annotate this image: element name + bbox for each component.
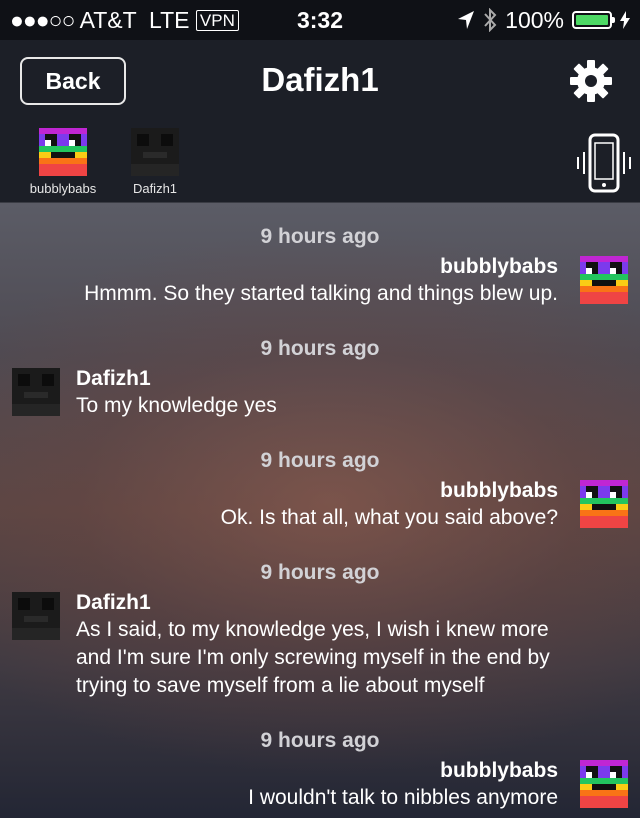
battery-percent: 100%: [505, 6, 564, 33]
conversation-title: Dafizh1: [261, 61, 379, 98]
message-timestamp: 9 hours ago: [260, 337, 380, 360]
avatar: [131, 128, 179, 176]
avatar[interactable]: [580, 256, 628, 304]
message-item: Dafizh1 To my knowledge yes: [76, 366, 277, 420]
message-item: bubblybabs Hmmm. So they started talking…: [84, 254, 558, 308]
message-item: bubblybabs I wouldn't talk to nibbles an…: [248, 758, 558, 812]
bluetooth-icon: [484, 8, 497, 32]
message-text-line: As I said, to my knowledge yes, I wish i…: [76, 618, 549, 641]
message-text: To my knowledge yes: [76, 394, 277, 417]
message-item: bubblybabs Ok. Is that all, what you sai…: [221, 478, 558, 532]
participant-name: bubblybabs: [29, 181, 97, 196]
avatar[interactable]: [12, 592, 60, 640]
message-list[interactable]: 9 hours ago bubblybabs Hmmm. So they sta…: [0, 203, 640, 818]
location-arrow-icon: [458, 11, 475, 29]
message-text: Ok. Is that all, what you said above?: [220, 506, 558, 529]
battery-icon: [572, 11, 615, 29]
avatar: [39, 128, 87, 176]
status-right: 100%: [457, 6, 630, 34]
avatar[interactable]: [580, 480, 628, 528]
participant-bubblybabs[interactable]: bubblybabs: [13, 128, 113, 196]
participant-dafizh1[interactable]: Dafizh1: [105, 128, 205, 196]
message-timestamp: 9 hours ago: [260, 449, 380, 472]
avatar[interactable]: [580, 760, 628, 808]
message-timestamp: 9 hours ago: [260, 225, 380, 248]
avatar[interactable]: [12, 368, 60, 416]
navigation-bar: Back Dafizh1 bubblybabs Dafizh1: [0, 40, 640, 203]
chat-screen: ●●●○○ AT&T LTE VPN 3:32 100% Back Dafizh…: [0, 0, 640, 818]
message-text-line: trying to save myself from a lie about m…: [76, 674, 485, 697]
message-timestamp: 9 hours ago: [260, 729, 380, 752]
message-sender: bubblybabs: [440, 255, 558, 278]
message-sender: bubblybabs: [440, 759, 558, 782]
status-bar: ●●●○○ AT&T LTE VPN 3:32 100%: [0, 0, 640, 40]
message-sender: Dafizh1: [76, 591, 151, 614]
message-item: Dafizh1 As I said, to my knowledge yes, …: [76, 590, 550, 700]
charging-bolt-icon: [620, 11, 630, 29]
phone-vibrate-icon[interactable]: [574, 132, 634, 194]
message-sender: bubblybabs: [440, 479, 558, 502]
participant-name: Dafizh1: [132, 181, 178, 196]
message-text: Hmmm. So they started talking and things…: [84, 282, 558, 305]
message-text: I wouldn't talk to nibbles anymore: [248, 786, 558, 809]
message-text-line: and I'm sure I'm only screwing myself in…: [76, 646, 550, 669]
message-sender: Dafizh1: [76, 367, 151, 390]
message-timestamp: 9 hours ago: [260, 561, 380, 584]
settings-gear-icon[interactable]: [568, 58, 614, 104]
